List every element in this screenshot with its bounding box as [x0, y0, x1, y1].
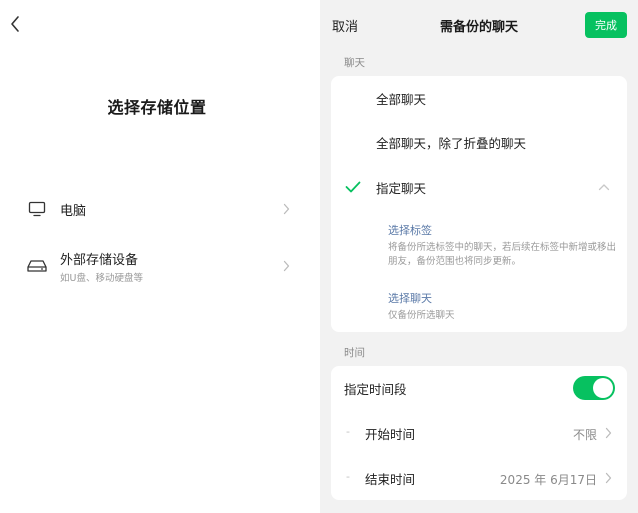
option-computer[interactable]: 电脑: [20, 197, 292, 221]
toggle-label: 指定时间段: [344, 381, 407, 397]
toggle-knob: [593, 378, 613, 398]
option-all-except-folded[interactable]: 全部聊天，除了折叠的聊天: [331, 132, 627, 152]
specified-period-row: 指定时间段: [331, 376, 627, 400]
backup-chats-panel: 取消 需备份的聊天 完成 聊天 全部聊天 全部聊天，除了折叠的聊天 指定聊天 选…: [320, 0, 638, 513]
chevron-up-icon[interactable]: [597, 180, 611, 194]
option-label: 全部聊天，除了折叠的聊天: [376, 135, 527, 151]
option-all-chats[interactable]: 全部聊天: [331, 88, 627, 108]
chevron-left-icon: [11, 16, 19, 32]
end-time-row[interactable]: - 结束时间 2025 年 6月17日: [331, 467, 627, 489]
option-label: 指定聊天: [376, 180, 427, 196]
done-button[interactable]: 完成: [585, 12, 627, 38]
sub-option-select-chats[interactable]: 选择聊天 仅备份所选聊天: [388, 290, 616, 323]
sub-option-description: 仅备份所选聊天: [388, 310, 455, 321]
start-time-row[interactable]: - 开始时间 不限: [331, 422, 627, 444]
chevron-right-icon: [280, 258, 292, 274]
option-label: 外部存储设备: [60, 252, 139, 268]
option-specified-chats[interactable]: 指定聊天: [331, 177, 627, 197]
end-time-value: 2025 年 6月17日: [499, 473, 597, 487]
time-range-card: 指定时间段 - 开始时间 不限 - 结束时间 2025 年 6月17日: [331, 366, 627, 500]
option-external-storage[interactable]: 外部存储设备 如U盘、移动硬盘等: [20, 248, 292, 284]
page-title: 选择存储位置: [107, 98, 207, 117]
chevron-right-icon: [280, 201, 292, 217]
chat-scope-card: 全部聊天 全部聊天，除了折叠的聊天 指定聊天 选择标签 将备份所选标签中的聊天，…: [331, 76, 627, 332]
hard-drive-icon: [26, 255, 48, 277]
monitor-icon: [26, 198, 48, 220]
specified-period-toggle[interactable]: [573, 376, 615, 400]
option-sublabel: 如U盘、移动硬盘等: [60, 272, 143, 284]
sub-option-title: 选择聊天: [388, 292, 432, 305]
storage-location-panel: 选择存储位置 电脑 外部存储设备 如U盘、移动硬盘等: [0, 0, 320, 513]
option-label: 电脑: [60, 203, 87, 219]
end-time-label: 结束时间: [365, 471, 416, 487]
section-label-time: 时间: [344, 347, 365, 359]
chevron-right-icon: [603, 426, 613, 440]
indent-dash-icon: -: [346, 470, 350, 483]
chevron-right-icon: [603, 471, 613, 485]
section-label-chats: 聊天: [344, 57, 365, 69]
start-time-label: 开始时间: [365, 426, 416, 442]
indent-dash-icon: -: [346, 425, 350, 438]
header: 取消 需备份的聊天 完成: [320, 0, 638, 50]
checkmark-icon: [344, 178, 362, 196]
sub-option-description: 将备份所选标签中的聊天，若后续在标签中新增或移出朋友，备份范围也将同步更新。: [388, 242, 617, 268]
option-label: 全部聊天: [376, 91, 427, 107]
start-time-value: 不限: [572, 428, 597, 442]
sub-option-select-tags[interactable]: 选择标签 将备份所选标签中的聊天，若后续在标签中新增或移出朋友，备份范围也将同步…: [388, 222, 616, 270]
back-button[interactable]: [4, 12, 26, 36]
sub-option-title: 选择标签: [388, 224, 432, 237]
